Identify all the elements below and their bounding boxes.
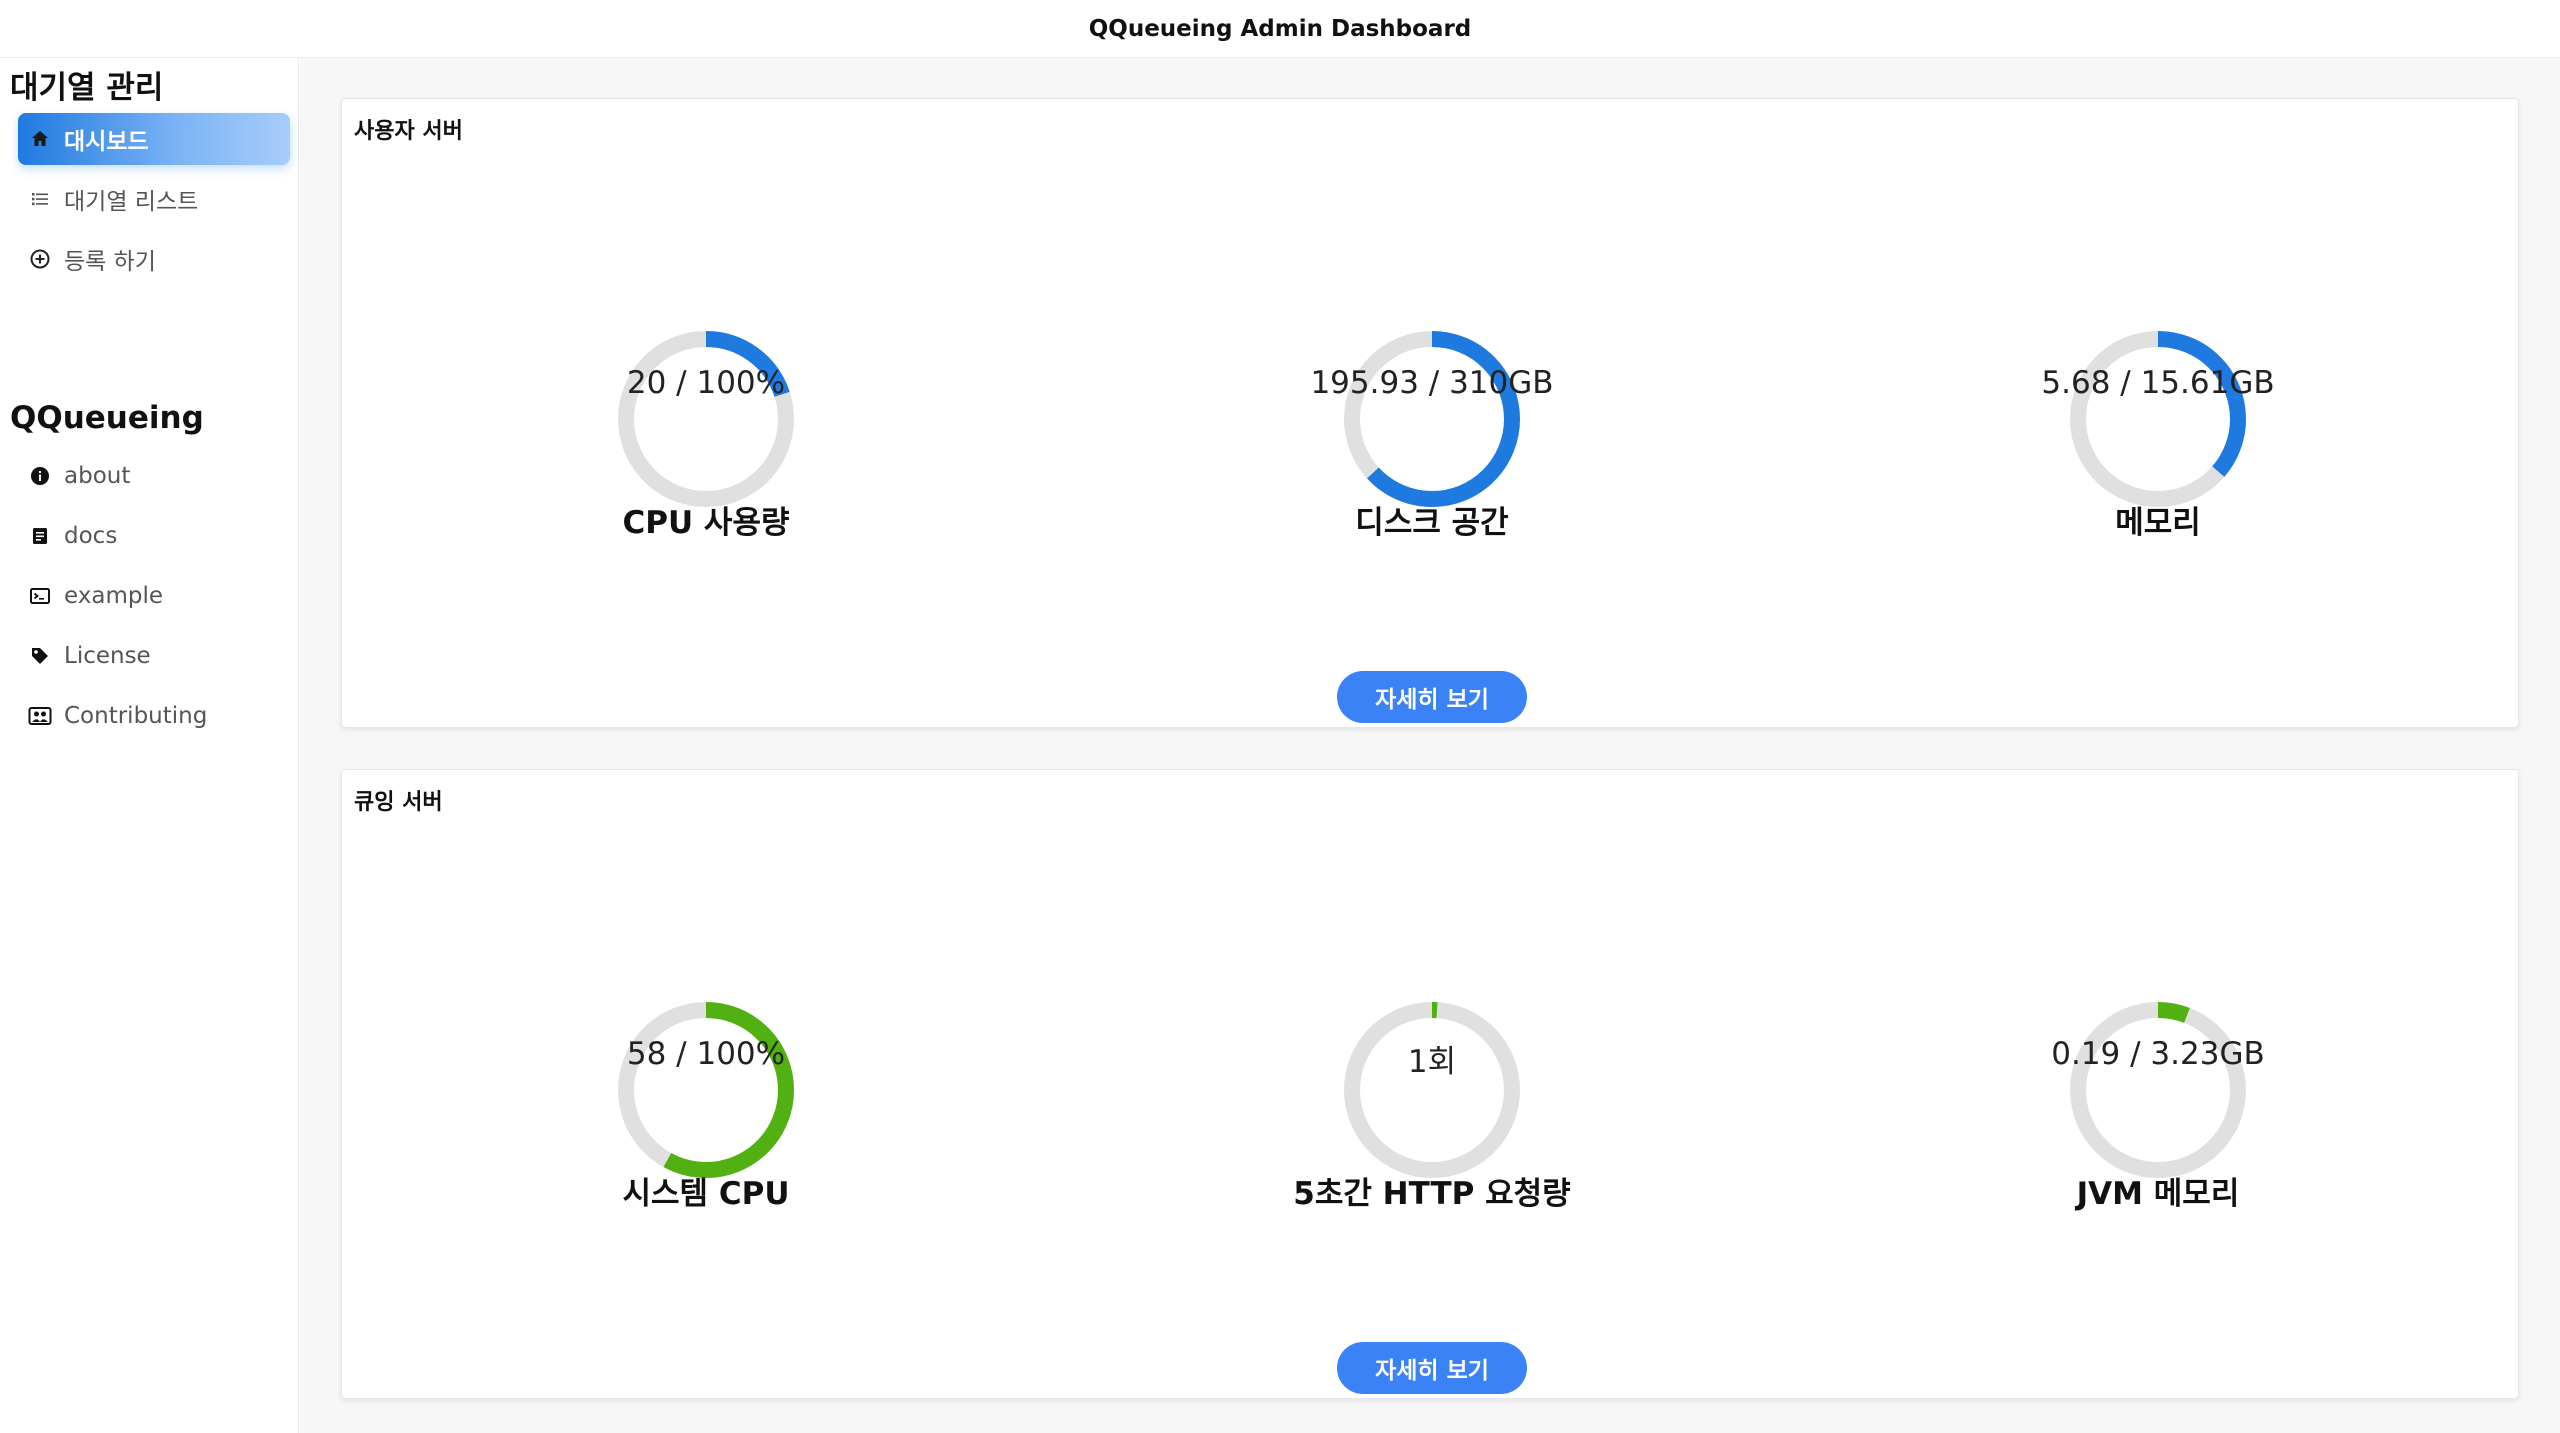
sidebar-link-label: Contributing xyxy=(64,703,208,729)
sidebar-link-label: docs xyxy=(64,523,118,549)
sidebar-section-title-queue: 대기열 관리 xyxy=(10,70,164,106)
view-details-button[interactable]: 자세히 보기 xyxy=(1337,1342,1527,1394)
list-icon xyxy=(28,187,52,211)
sidebar-item-queue-list[interactable]: 대기열 리스트 xyxy=(18,173,290,225)
people-icon xyxy=(28,704,52,728)
gauge-value: 20 / 100% xyxy=(626,365,786,401)
sidebar-item-label: 등록 하기 xyxy=(64,249,156,275)
gauge-label: 5초간 HTTP 요청량 xyxy=(1293,1176,1571,1212)
sidebar-link-about[interactable]: about xyxy=(18,450,290,502)
disk-space-gauge: 195.93 / 310GB 디스크 공간 xyxy=(1302,289,1562,549)
gauge-label: 시스템 CPU xyxy=(622,1176,790,1212)
gauge-label: 메모리 xyxy=(2115,505,2201,541)
sidebar-link-label: about xyxy=(64,463,131,489)
gauge-label: CPU 사용량 xyxy=(622,505,790,541)
sidebar-item-dashboard[interactable]: 대시보드 xyxy=(18,113,290,165)
sidebar-link-example[interactable]: example xyxy=(18,570,290,622)
terminal-icon xyxy=(28,584,52,608)
sidebar-link-label: example xyxy=(64,583,163,609)
memory-gauge: 5.68 / 15.61GB 메모리 xyxy=(2028,289,2288,549)
gauge-track xyxy=(1344,1002,1520,1178)
top-bar: QQueueing Admin Dashboard xyxy=(0,0,2560,58)
sidebar-section-title-qqueueing: QQueueing xyxy=(10,400,204,436)
main-content: 사용자 서버 20 / 100% CPU 사용량 195.93 / 310GB … xyxy=(300,58,2560,1433)
system-cpu-gauge: 58 / 100% 시스템 CPU xyxy=(576,960,836,1220)
home-icon xyxy=(28,127,52,151)
card-title: 사용자 서버 xyxy=(354,119,463,144)
sidebar-link-license[interactable]: License xyxy=(18,630,290,682)
app-title: QQueueing Admin Dashboard xyxy=(1088,15,1472,42)
http-requests-gauge: 1회 5초간 HTTP 요청량 xyxy=(1293,960,1571,1220)
tag-icon xyxy=(28,644,52,668)
gauge-value: 195.93 / 310GB xyxy=(1310,365,1554,401)
sidebar-link-contributing[interactable]: Contributing xyxy=(18,690,290,742)
gauge-label: 디스크 공간 xyxy=(1355,505,1509,541)
gauge-value: 58 / 100% xyxy=(626,1036,786,1072)
queueing-server-card: 큐잉 서버 58 / 100% 시스템 CPU 1회 5초간 HTTP 요청량 … xyxy=(341,769,2519,1399)
sidebar-link-label: License xyxy=(64,643,151,669)
sidebar-item-label: 대기열 리스트 xyxy=(64,189,199,215)
view-details-button[interactable]: 자세히 보기 xyxy=(1337,671,1527,723)
gauge-value: 5.68 / 15.61GB xyxy=(2041,365,2275,401)
gauge-label: JVM 메모리 xyxy=(2076,1176,2240,1212)
gauge-track xyxy=(2070,1002,2246,1178)
sidebar-item-label: 대시보드 xyxy=(64,129,149,155)
sidebar-link-docs[interactable]: docs xyxy=(18,510,290,562)
document-icon xyxy=(28,524,52,548)
info-icon xyxy=(28,464,52,488)
jvm-memory-gauge: 0.19 / 3.23GB JVM 메모리 xyxy=(2028,960,2288,1220)
sidebar-item-register[interactable]: 등록 하기 xyxy=(18,233,290,285)
gauge-value: 0.19 / 3.23GB xyxy=(2051,1036,2265,1072)
gauge-value: 1회 xyxy=(1407,1044,1457,1080)
card-title: 큐잉 서버 xyxy=(354,790,443,815)
sidebar: 대기열 관리 대시보드 대기열 리스트 등록 하기 QQueueing abou… xyxy=(0,58,299,1433)
cpu-usage-gauge: 20 / 100% CPU 사용량 xyxy=(576,289,836,549)
add-circle-icon xyxy=(28,247,52,271)
user-server-card: 사용자 서버 20 / 100% CPU 사용량 195.93 / 310GB … xyxy=(341,98,2519,728)
